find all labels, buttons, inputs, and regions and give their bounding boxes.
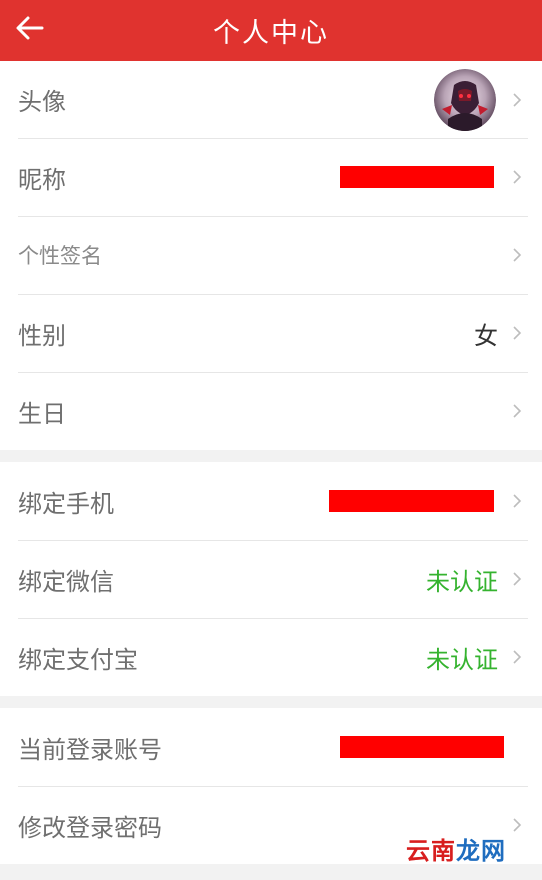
gender-row[interactable]: 性别 女 — [0, 294, 542, 372]
watermark-part2: 龙网 — [456, 837, 506, 865]
page-title: 个人中心 — [213, 18, 329, 49]
birthday-row[interactable]: 生日 — [0, 372, 542, 450]
current-account-row: 当前登录账号 — [0, 708, 542, 786]
section-divider — [0, 450, 542, 462]
current-account-label: 当前登录账号 — [18, 735, 162, 764]
bind-wechat-row[interactable]: 绑定微信 未认证 — [0, 540, 542, 618]
top-bar: 个人中心 — [0, 0, 542, 61]
nickname-label: 昵称 — [18, 165, 66, 194]
bind-phone-row[interactable]: 绑定手机 — [0, 462, 542, 540]
nickname-row[interactable]: 昵称 — [0, 138, 542, 216]
chevron-right-icon — [513, 92, 522, 107]
bind-wechat-label: 绑定微信 — [18, 567, 114, 596]
back-arrow-icon[interactable] — [12, 10, 48, 46]
avatar — [434, 68, 496, 131]
bind-alipay-row[interactable]: 绑定支付宝 未认证 — [0, 618, 542, 696]
chevron-right-icon — [513, 404, 522, 418]
birthday-label: 生日 — [18, 399, 66, 428]
chevron-right-icon — [513, 170, 522, 184]
gender-value: 女 — [474, 321, 498, 350]
watermark-logo: 云南龙网 — [406, 831, 506, 866]
chevron-right-icon — [513, 572, 522, 586]
wechat-status: 未认证 — [426, 567, 498, 596]
profile-group: 头像 昵称 个性签名 性别 女 生日 — [0, 61, 542, 450]
nickname-redacted-value — [340, 166, 494, 188]
alipay-status: 未认证 — [426, 645, 498, 674]
bind-phone-label: 绑定手机 — [18, 489, 114, 518]
signature-label: 个性签名 — [18, 244, 102, 268]
chevron-right-icon — [513, 248, 522, 262]
change-password-label: 修改登录密码 — [18, 813, 162, 842]
chevron-right-icon — [513, 326, 522, 340]
avatar-row[interactable]: 头像 — [0, 61, 542, 138]
avatar-label: 头像 — [18, 88, 66, 116]
bind-alipay-label: 绑定支付宝 — [18, 645, 138, 674]
chevron-right-icon — [513, 818, 522, 832]
watermark-part1: 云南 — [406, 837, 456, 865]
gender-label: 性别 — [18, 321, 66, 350]
binding-group: 绑定手机 绑定微信 未认证 绑定支付宝 未认证 — [0, 462, 542, 696]
phone-redacted-value — [329, 490, 494, 512]
account-redacted-value — [340, 736, 504, 758]
signature-row[interactable]: 个性签名 — [0, 216, 542, 294]
chevron-right-icon — [513, 650, 522, 664]
chevron-right-icon — [513, 494, 522, 508]
section-divider — [0, 696, 542, 708]
